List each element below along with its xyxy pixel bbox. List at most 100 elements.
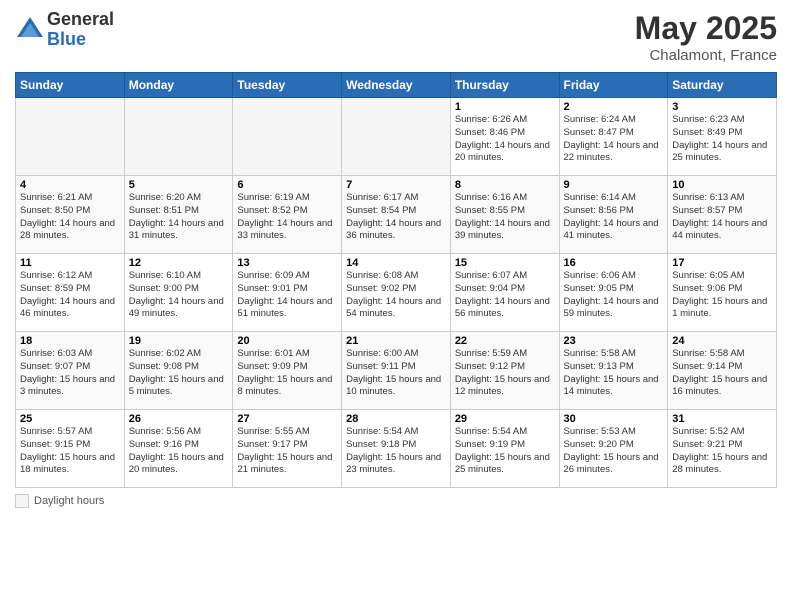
day-info: Sunrise: 6:00 AMSunset: 9:11 PMDaylight:… (346, 348, 446, 399)
day-info: Sunrise: 5:58 AMSunset: 9:13 PMDaylight:… (564, 348, 664, 399)
day-number: 22 (455, 335, 555, 347)
day-info: Sunrise: 5:53 AMSunset: 9:20 PMDaylight:… (564, 426, 664, 477)
table-row: 26Sunrise: 5:56 AMSunset: 9:16 PMDayligh… (124, 410, 233, 488)
table-row: 8Sunrise: 6:16 AMSunset: 8:55 PMDaylight… (450, 176, 559, 254)
table-row: 22Sunrise: 5:59 AMSunset: 9:12 PMDayligh… (450, 332, 559, 410)
day-info: Sunrise: 5:55 AMSunset: 9:17 PMDaylight:… (237, 426, 337, 477)
day-info: Sunrise: 6:09 AMSunset: 9:01 PMDaylight:… (237, 270, 337, 321)
day-number: 30 (564, 413, 664, 425)
logo-general-text: General (47, 10, 114, 30)
day-number: 18 (20, 335, 120, 347)
day-info: Sunrise: 5:57 AMSunset: 9:15 PMDaylight:… (20, 426, 120, 477)
calendar-header-row: Sunday Monday Tuesday Wednesday Thursday… (16, 73, 777, 98)
day-number: 20 (237, 335, 337, 347)
day-info: Sunrise: 6:17 AMSunset: 8:54 PMDaylight:… (346, 192, 446, 243)
legend-box (15, 494, 29, 508)
day-number: 29 (455, 413, 555, 425)
col-saturday: Saturday (668, 73, 777, 98)
table-row: 5Sunrise: 6:20 AMSunset: 8:51 PMDaylight… (124, 176, 233, 254)
day-info: Sunrise: 6:14 AMSunset: 8:56 PMDaylight:… (564, 192, 664, 243)
table-row: 21Sunrise: 6:00 AMSunset: 9:11 PMDayligh… (342, 332, 451, 410)
day-info: Sunrise: 6:12 AMSunset: 8:59 PMDaylight:… (20, 270, 120, 321)
day-info: Sunrise: 6:21 AMSunset: 8:50 PMDaylight:… (20, 192, 120, 243)
location: Chalamont, France (635, 47, 777, 64)
table-row: 13Sunrise: 6:09 AMSunset: 9:01 PMDayligh… (233, 254, 342, 332)
day-info: Sunrise: 6:07 AMSunset: 9:04 PMDaylight:… (455, 270, 555, 321)
day-info: Sunrise: 6:19 AMSunset: 8:52 PMDaylight:… (237, 192, 337, 243)
day-info: Sunrise: 6:01 AMSunset: 9:09 PMDaylight:… (237, 348, 337, 399)
table-row: 10Sunrise: 6:13 AMSunset: 8:57 PMDayligh… (668, 176, 777, 254)
table-row: 17Sunrise: 6:05 AMSunset: 9:06 PMDayligh… (668, 254, 777, 332)
day-number: 28 (346, 413, 446, 425)
calendar-week-4: 18Sunrise: 6:03 AMSunset: 9:07 PMDayligh… (16, 332, 777, 410)
day-info: Sunrise: 6:26 AMSunset: 8:46 PMDaylight:… (455, 114, 555, 165)
table-row: 2Sunrise: 6:24 AMSunset: 8:47 PMDaylight… (559, 98, 668, 176)
calendar-week-3: 11Sunrise: 6:12 AMSunset: 8:59 PMDayligh… (16, 254, 777, 332)
day-info: Sunrise: 6:13 AMSunset: 8:57 PMDaylight:… (672, 192, 772, 243)
day-number: 6 (237, 179, 337, 191)
title-block: May 2025 Chalamont, France (635, 10, 777, 64)
day-number: 21 (346, 335, 446, 347)
day-info: Sunrise: 5:58 AMSunset: 9:14 PMDaylight:… (672, 348, 772, 399)
table-row: 16Sunrise: 6:06 AMSunset: 9:05 PMDayligh… (559, 254, 668, 332)
table-row: 15Sunrise: 6:07 AMSunset: 9:04 PMDayligh… (450, 254, 559, 332)
legend: Daylight hours (15, 494, 777, 508)
header: General Blue May 2025 Chalamont, France (15, 10, 777, 64)
day-number: 12 (129, 257, 229, 269)
day-number: 10 (672, 179, 772, 191)
day-number: 16 (564, 257, 664, 269)
day-info: Sunrise: 6:23 AMSunset: 8:49 PMDaylight:… (672, 114, 772, 165)
day-number: 17 (672, 257, 772, 269)
day-number: 19 (129, 335, 229, 347)
day-info: Sunrise: 5:59 AMSunset: 9:12 PMDaylight:… (455, 348, 555, 399)
table-row: 31Sunrise: 5:52 AMSunset: 9:21 PMDayligh… (668, 410, 777, 488)
table-row: 29Sunrise: 5:54 AMSunset: 9:19 PMDayligh… (450, 410, 559, 488)
day-info: Sunrise: 6:03 AMSunset: 9:07 PMDaylight:… (20, 348, 120, 399)
table-row: 12Sunrise: 6:10 AMSunset: 9:00 PMDayligh… (124, 254, 233, 332)
table-row: 30Sunrise: 5:53 AMSunset: 9:20 PMDayligh… (559, 410, 668, 488)
col-sunday: Sunday (16, 73, 125, 98)
day-number: 24 (672, 335, 772, 347)
day-number: 15 (455, 257, 555, 269)
legend-label: Daylight hours (34, 495, 104, 507)
table-row: 6Sunrise: 6:19 AMSunset: 8:52 PMDaylight… (233, 176, 342, 254)
table-row: 27Sunrise: 5:55 AMSunset: 9:17 PMDayligh… (233, 410, 342, 488)
table-row (16, 98, 125, 176)
table-row: 1Sunrise: 6:26 AMSunset: 8:46 PMDaylight… (450, 98, 559, 176)
calendar-table: Sunday Monday Tuesday Wednesday Thursday… (15, 72, 777, 488)
logo: General Blue (15, 10, 114, 50)
day-info: Sunrise: 5:54 AMSunset: 9:19 PMDaylight:… (455, 426, 555, 477)
table-row: 7Sunrise: 6:17 AMSunset: 8:54 PMDaylight… (342, 176, 451, 254)
table-row: 19Sunrise: 6:02 AMSunset: 9:08 PMDayligh… (124, 332, 233, 410)
day-number: 7 (346, 179, 446, 191)
day-number: 3 (672, 101, 772, 113)
day-number: 23 (564, 335, 664, 347)
day-info: Sunrise: 5:56 AMSunset: 9:16 PMDaylight:… (129, 426, 229, 477)
day-number: 11 (20, 257, 120, 269)
day-number: 8 (455, 179, 555, 191)
day-info: Sunrise: 5:54 AMSunset: 9:18 PMDaylight:… (346, 426, 446, 477)
table-row: 20Sunrise: 6:01 AMSunset: 9:09 PMDayligh… (233, 332, 342, 410)
table-row (124, 98, 233, 176)
logo-icon (15, 15, 45, 45)
day-number: 4 (20, 179, 120, 191)
day-number: 31 (672, 413, 772, 425)
col-tuesday: Tuesday (233, 73, 342, 98)
col-thursday: Thursday (450, 73, 559, 98)
day-number: 26 (129, 413, 229, 425)
day-number: 27 (237, 413, 337, 425)
table-row: 9Sunrise: 6:14 AMSunset: 8:56 PMDaylight… (559, 176, 668, 254)
day-number: 9 (564, 179, 664, 191)
col-monday: Monday (124, 73, 233, 98)
calendar-week-5: 25Sunrise: 5:57 AMSunset: 9:15 PMDayligh… (16, 410, 777, 488)
day-number: 25 (20, 413, 120, 425)
day-number: 5 (129, 179, 229, 191)
day-info: Sunrise: 5:52 AMSunset: 9:21 PMDaylight:… (672, 426, 772, 477)
day-number: 14 (346, 257, 446, 269)
day-info: Sunrise: 6:16 AMSunset: 8:55 PMDaylight:… (455, 192, 555, 243)
table-row: 28Sunrise: 5:54 AMSunset: 9:18 PMDayligh… (342, 410, 451, 488)
table-row: 18Sunrise: 6:03 AMSunset: 9:07 PMDayligh… (16, 332, 125, 410)
day-info: Sunrise: 6:10 AMSunset: 9:00 PMDaylight:… (129, 270, 229, 321)
table-row: 25Sunrise: 5:57 AMSunset: 9:15 PMDayligh… (16, 410, 125, 488)
table-row: 24Sunrise: 5:58 AMSunset: 9:14 PMDayligh… (668, 332, 777, 410)
